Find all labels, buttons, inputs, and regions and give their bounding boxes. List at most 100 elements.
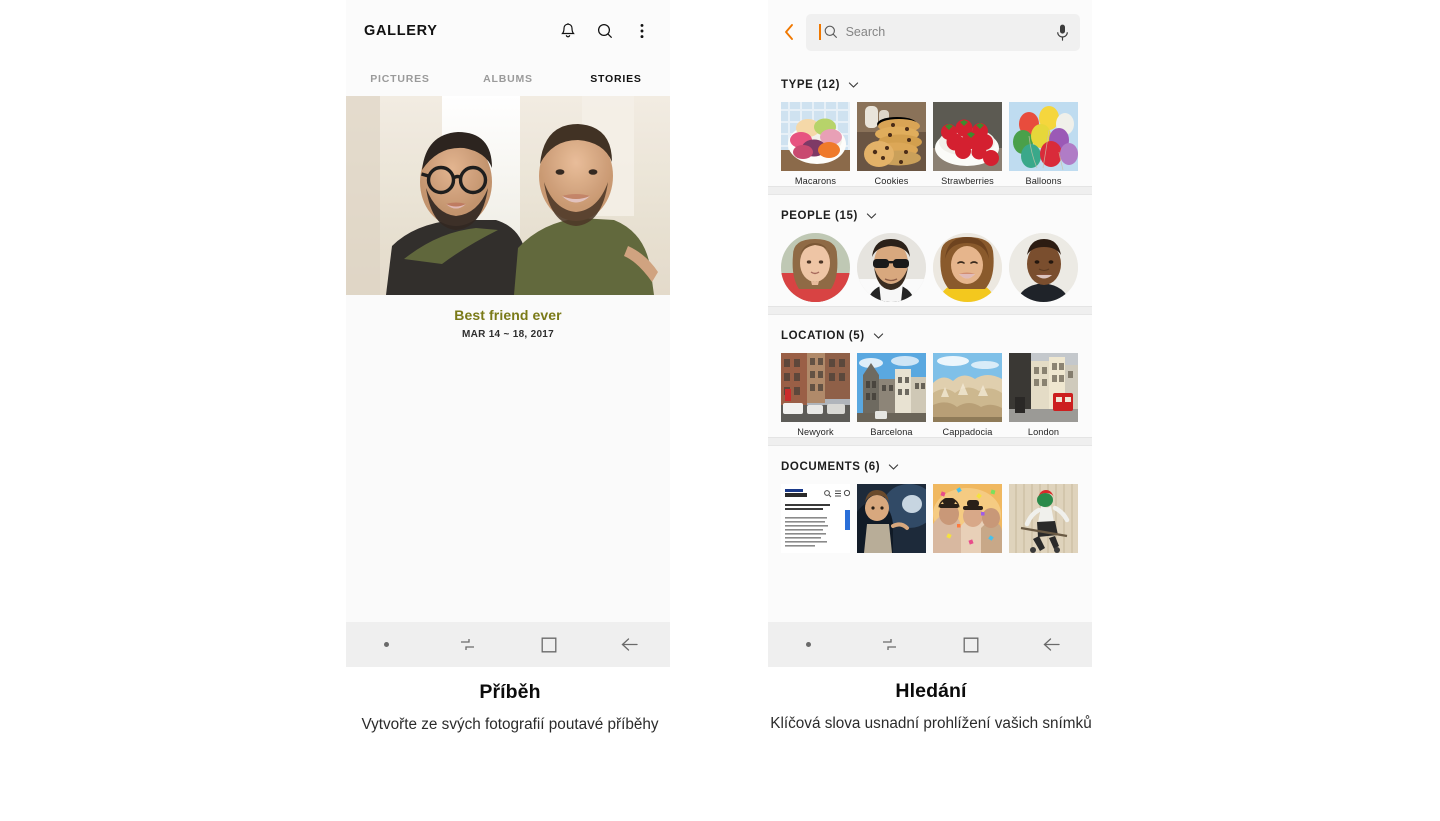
section-header-documents[interactable]: DOCUMENTS (6) — [781, 460, 1079, 473]
gallery-search-phone: Search TYPE (12) Macarons Cookies Strawb… — [768, 0, 1092, 667]
section-divider — [768, 186, 1092, 195]
section-documents: DOCUMENTS (6) — [768, 446, 1092, 553]
caption-left: Příběh Vytvořte ze svých fotografií pout… — [310, 681, 710, 738]
list-item[interactable] — [857, 484, 926, 553]
thumbnail-doc-boy[interactable] — [857, 484, 926, 553]
list-item[interactable] — [1009, 484, 1078, 553]
nav-dot-indicator[interactable] — [768, 642, 849, 647]
thumbnail-barcelona[interactable] — [857, 353, 926, 422]
avatar[interactable] — [857, 233, 926, 302]
thumbnail-label: Cappadocia — [942, 427, 993, 437]
home-icon[interactable] — [930, 637, 1011, 653]
type-thumbnails: Macarons Cookies Strawberries Balloons — [781, 102, 1079, 186]
chevron-down-icon[interactable] — [847, 78, 860, 91]
thumbnail-cookies[interactable] — [857, 102, 926, 171]
story-cover-photo[interactable] — [346, 96, 670, 295]
section-title: LOCATION (5) — [781, 329, 865, 342]
list-item[interactable] — [933, 484, 1002, 553]
search-icon — [823, 24, 839, 40]
thumbnail-strawberries[interactable] — [933, 102, 1002, 171]
header-actions — [558, 21, 652, 41]
thumbnail-london[interactable] — [1009, 353, 1078, 422]
documents-thumbnails — [781, 484, 1079, 553]
thumbnail-balloons[interactable] — [1009, 102, 1078, 171]
caption-title: Hledání — [895, 680, 967, 702]
thumbnail-doc-confetti[interactable] — [933, 484, 1002, 553]
gallery-tabs: PICTURES ALBUMS STORIES — [346, 62, 670, 98]
section-header-location[interactable]: LOCATION (5) — [781, 329, 1079, 342]
caption-title: Příběh — [479, 681, 541, 703]
section-divider — [768, 306, 1092, 315]
section-location: LOCATION (5) Newyork Barcelona Cappadoci… — [768, 315, 1092, 437]
thumbnail-doc-skater[interactable] — [1009, 484, 1078, 553]
section-header-people[interactable]: PEOPLE (15) — [781, 209, 1079, 222]
section-title: TYPE (12) — [781, 78, 841, 91]
thumbnail-label: Balloons — [1025, 176, 1062, 186]
chevron-down-icon[interactable] — [865, 209, 878, 222]
chevron-down-icon[interactable] — [872, 329, 885, 342]
screenshot-stage: GALLERY PICTURES ALBUMS STORIES Best fri… — [0, 0, 1440, 821]
story-meta: Best friend ever MAR 14 ~ 18, 2017 — [346, 295, 670, 340]
location-thumbnails: Newyork Barcelona Cappadocia London — [781, 353, 1079, 437]
tab-stories[interactable]: STORIES — [562, 62, 670, 98]
story-date-range: MAR 14 ~ 18, 2017 — [461, 329, 555, 340]
recents-icon[interactable] — [849, 636, 930, 653]
back-icon[interactable] — [1011, 636, 1092, 653]
microphone-icon[interactable] — [1055, 23, 1070, 42]
search-input[interactable]: Search — [806, 13, 1080, 51]
caption-body: Klíčová slova usnadní prohlížení vašich … — [770, 715, 1092, 732]
thumbnail-label: London — [1027, 427, 1060, 437]
search-bar: Search — [768, 0, 1092, 64]
list-item[interactable]: London — [1009, 353, 1078, 437]
section-people: PEOPLE (15) — [768, 195, 1092, 306]
home-icon[interactable] — [508, 637, 589, 653]
list-item[interactable]: Barcelona — [857, 353, 926, 437]
tab-albums[interactable]: ALBUMS — [454, 62, 562, 96]
thumbnail-label: Strawberries — [941, 176, 994, 186]
section-title: PEOPLE (15) — [781, 209, 858, 222]
chevron-down-icon[interactable] — [887, 460, 900, 473]
list-item[interactable]: Macarons — [781, 102, 850, 186]
search-icon[interactable] — [595, 21, 615, 41]
avatar[interactable] — [1009, 233, 1078, 302]
recents-icon[interactable] — [427, 636, 508, 653]
story-title: Best friend ever — [454, 307, 562, 323]
thumbnail-doc-article[interactable] — [781, 484, 850, 553]
people-avatars — [781, 233, 1079, 306]
list-item[interactable]: Newyork — [781, 353, 850, 437]
section-divider — [768, 437, 1092, 446]
section-header-type[interactable]: TYPE (12) — [781, 78, 1079, 91]
thumbnail-macarons[interactable] — [781, 102, 850, 171]
caption-right: Hledání Klíčová slova usnadní prohlížení… — [731, 680, 1131, 737]
page-title: GALLERY — [364, 23, 438, 39]
thumbnail-label: Macarons — [794, 176, 837, 186]
back-chevron-icon[interactable] — [778, 21, 800, 43]
thumbnail-label: Cookies — [874, 176, 909, 186]
list-item[interactable] — [781, 484, 850, 553]
thumbnail-cappadocia[interactable] — [933, 353, 1002, 422]
text-caret — [819, 24, 821, 40]
section-type: TYPE (12) Macarons Cookies Strawberries … — [768, 64, 1092, 186]
android-navbar-left — [346, 622, 670, 667]
thumbnail-label: Barcelona — [870, 427, 913, 437]
gallery-stories-phone: GALLERY PICTURES ALBUMS STORIES Best fri… — [346, 0, 670, 667]
more-options-icon[interactable] — [632, 21, 652, 41]
list-item[interactable]: Strawberries — [933, 102, 1002, 186]
thumbnail-newyork[interactable] — [781, 353, 850, 422]
back-icon[interactable] — [589, 636, 670, 653]
gallery-header: GALLERY — [346, 0, 670, 62]
avatar[interactable] — [781, 233, 850, 302]
list-item[interactable]: Cappadocia — [933, 353, 1002, 437]
android-navbar-right — [768, 622, 1092, 667]
tab-pictures[interactable]: PICTURES — [346, 62, 454, 96]
caption-body: Vytvořte ze svých fotografií poutavé pří… — [361, 716, 659, 733]
list-item[interactable]: Cookies — [857, 102, 926, 186]
thumbnail-label: Newyork — [797, 427, 834, 437]
section-title: DOCUMENTS (6) — [781, 460, 881, 473]
search-placeholder-text: Search — [845, 25, 886, 39]
avatar[interactable] — [933, 233, 1002, 302]
search-categories-scroll[interactable]: TYPE (12) Macarons Cookies Strawberries … — [768, 64, 1092, 629]
notification-bell-icon[interactable] — [558, 21, 578, 41]
nav-dot-indicator[interactable] — [346, 642, 427, 647]
list-item[interactable]: Balloons — [1009, 102, 1078, 186]
